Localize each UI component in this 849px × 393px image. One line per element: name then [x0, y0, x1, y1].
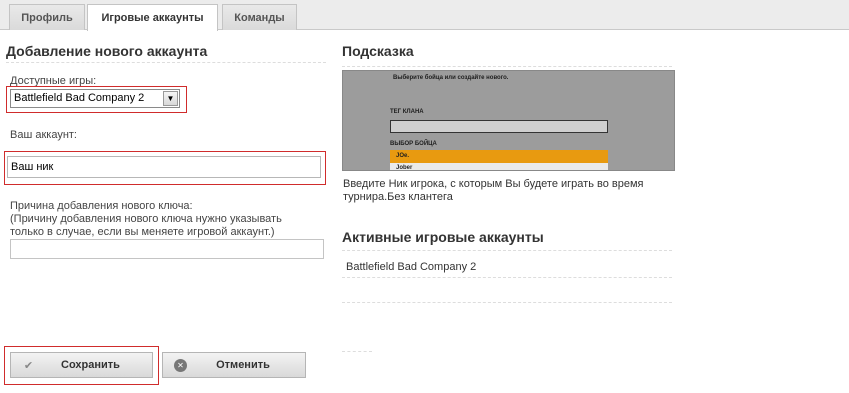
preview-clan-tag-label: ТЕГ КЛАНА [390, 109, 424, 115]
tab-profile[interactable]: Профиль [9, 4, 85, 30]
chevron-down-icon[interactable]: ▼ [163, 91, 178, 106]
divider [342, 351, 372, 352]
divider [342, 66, 672, 67]
add-account-title: Добавление нового аккаунта [6, 43, 208, 59]
divider [342, 302, 672, 303]
account-label: Ваш аккаунт: [10, 129, 77, 141]
preview-list-item: Jober [390, 163, 608, 170]
hint-text: Введите Ник игрока, с которым Вы будете … [343, 178, 644, 203]
divider [6, 62, 326, 63]
active-accounts-title: Активные игровые аккаунты [342, 229, 544, 245]
account-input[interactable]: Ваш ник [7, 156, 321, 178]
games-select[interactable]: Battlefield Bad Company 2 ▼ [10, 89, 180, 108]
preview-instruction: Выберите бойца или создайте нового. [393, 75, 509, 81]
divider [342, 277, 672, 278]
close-circle-icon: ✕ [174, 359, 187, 372]
games-select-value: Battlefield Bad Company 2 [14, 92, 145, 104]
preview-fighter-label: ВЫБОР БОЙЦА [390, 141, 437, 147]
checkmark-icon: ✔ [23, 360, 34, 372]
divider [342, 250, 672, 251]
hint-preview-image: Выберите бойца или создайте нового. ТЕГ … [342, 70, 675, 171]
cancel-button[interactable]: ✕ Отменить [162, 352, 306, 378]
tab-teams[interactable]: Команды [222, 4, 297, 30]
save-button[interactable]: ✔ Сохранить [10, 352, 153, 378]
hint-title: Подсказка [342, 43, 414, 59]
preview-list-selected: JOe. [390, 150, 608, 163]
tab-bar: Профиль Игровые аккаунты Команды [0, 0, 849, 31]
tab-game-accounts[interactable]: Игровые аккаунты [87, 4, 218, 31]
reason-input[interactable] [10, 239, 324, 259]
preview-clan-tag-field [390, 120, 608, 133]
active-account-item: Battlefield Bad Company 2 [346, 261, 477, 273]
reason-label: Причина добавления нового ключа: (Причин… [10, 200, 282, 238]
